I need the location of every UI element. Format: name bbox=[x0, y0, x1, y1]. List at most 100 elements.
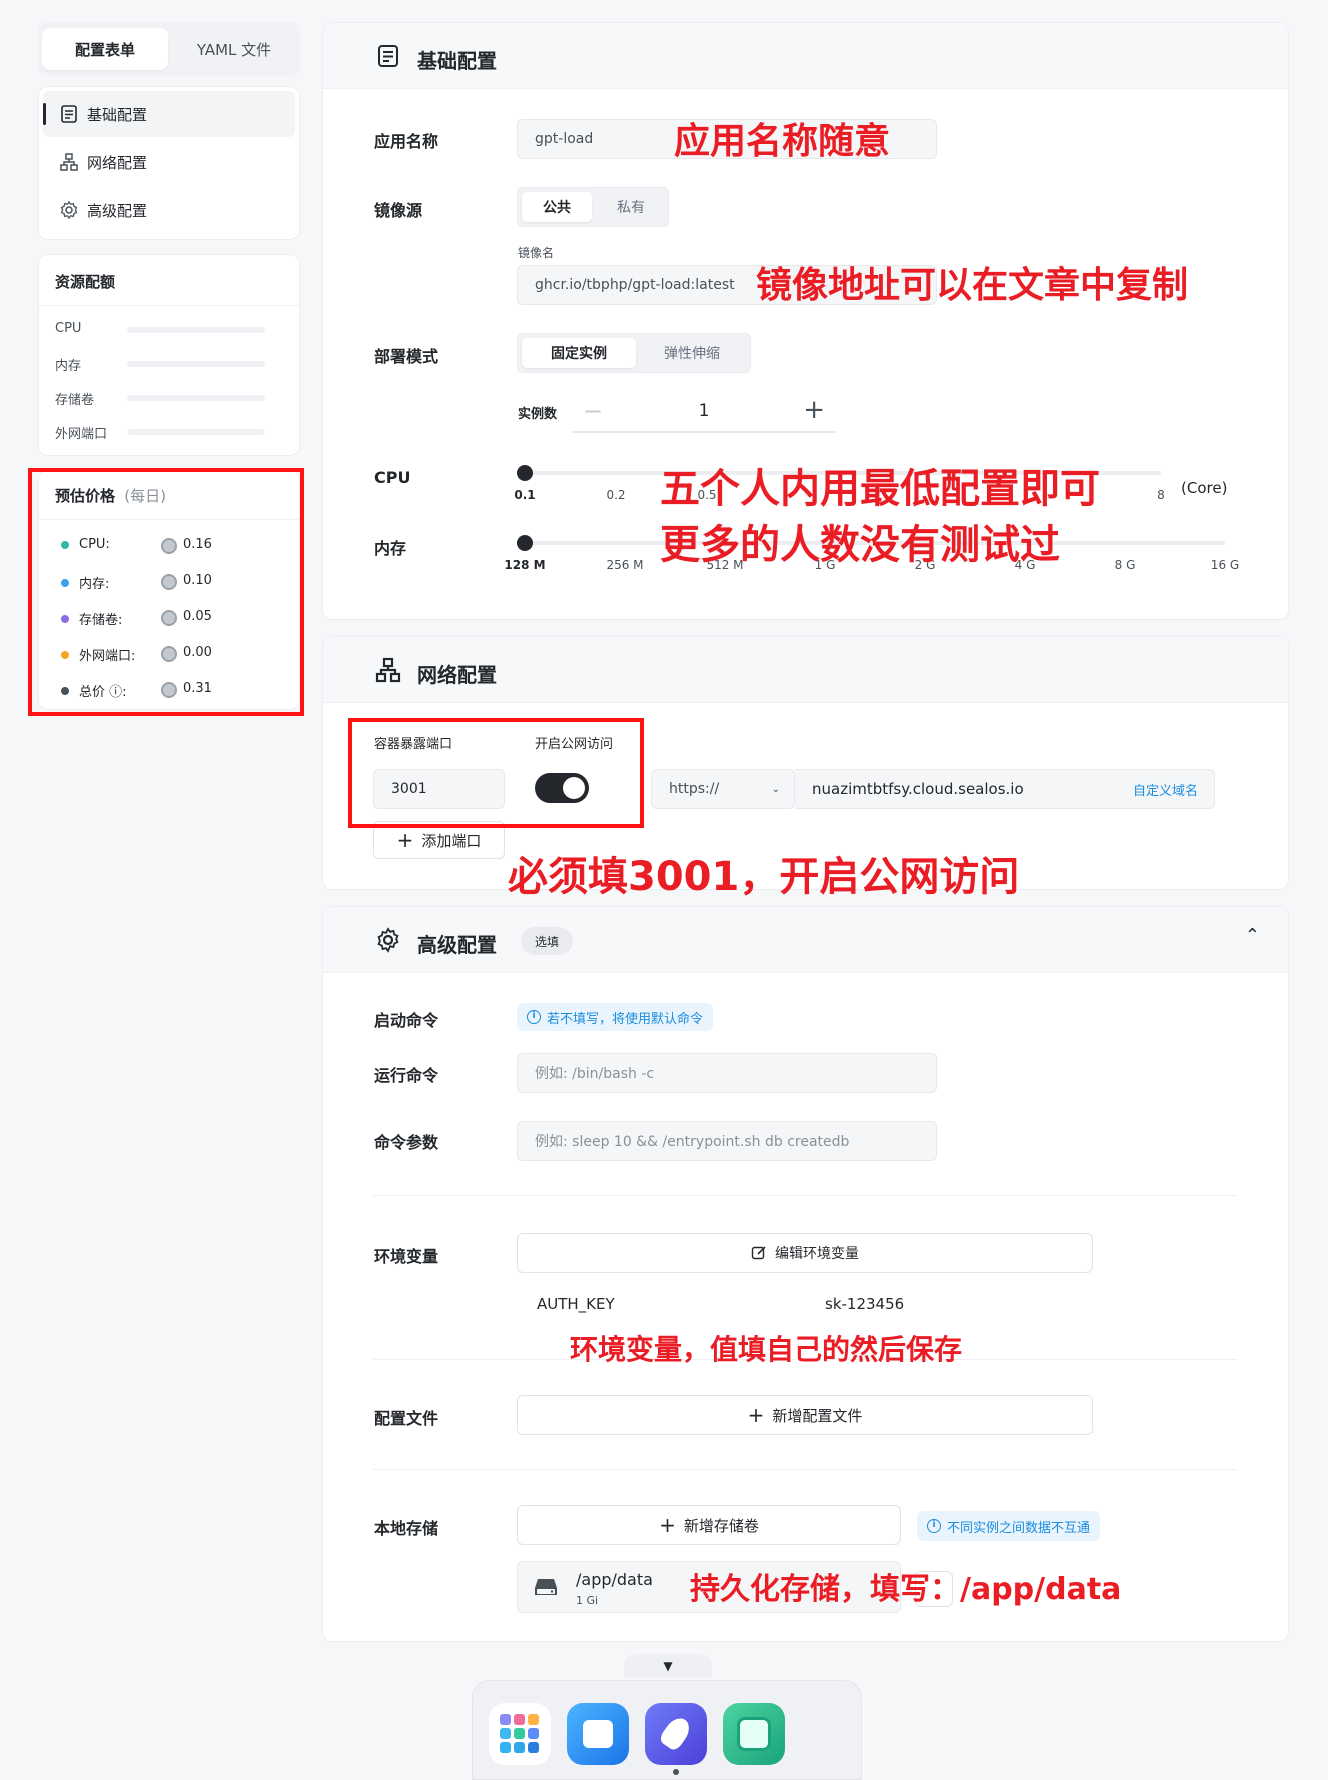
instances-label: 实例数 bbox=[518, 407, 558, 422]
disk-icon bbox=[535, 1579, 557, 1595]
volume-size: 1 Gi bbox=[576, 1594, 599, 1607]
cpu-label: CPU bbox=[374, 468, 411, 487]
edit-icon bbox=[751, 1246, 766, 1260]
quota-divider bbox=[39, 305, 299, 306]
domain-field[interactable]: nuazimtbtfsy.cloud.sealos.io 自定义域名 bbox=[795, 769, 1215, 809]
dock-handle[interactable]: ▼ bbox=[624, 1654, 712, 1678]
startup-hint-text: 若不填写，将使用默认命令 bbox=[547, 1011, 704, 1027]
dock bbox=[472, 1680, 862, 1780]
cpu-tick: 8 bbox=[1157, 488, 1165, 502]
memory-tick: 256 M bbox=[606, 558, 644, 572]
add-config-file-button[interactable]: + 新增配置文件 bbox=[517, 1395, 1093, 1435]
sidebar-tabs-card: 配置表单 YAML 文件 bbox=[38, 22, 300, 76]
basic-config-header: 基础配置 bbox=[323, 23, 1288, 89]
plus-icon: + bbox=[659, 1513, 676, 1537]
network-icon bbox=[375, 657, 401, 683]
domain-value: nuazimtbtfsy.cloud.sealos.io bbox=[812, 780, 1024, 798]
cpu-tick: 0.2 bbox=[606, 488, 626, 502]
info-icon: i bbox=[527, 1010, 541, 1024]
add-config-file-label: 新增配置文件 bbox=[772, 1406, 863, 1425]
instances-stepper: − 1 + bbox=[573, 389, 835, 433]
increment-button[interactable]: + bbox=[803, 395, 825, 425]
cpu-unit: (Core) bbox=[1181, 479, 1228, 497]
caret-down-icon: ▼ bbox=[663, 1659, 673, 1673]
basic-config-title: 基础配置 bbox=[417, 49, 497, 73]
image-source-public[interactable]: 公共 bbox=[522, 192, 592, 222]
instances-value[interactable]: 1 bbox=[573, 401, 835, 421]
store-icon[interactable] bbox=[567, 1703, 629, 1765]
deploy-mode-label: 部署模式 bbox=[374, 347, 439, 366]
memory-tick: 16 G bbox=[1210, 558, 1240, 572]
cpu-tick: 0.1 bbox=[514, 488, 536, 502]
nav-label-advanced: 高级配置 bbox=[87, 201, 148, 220]
advanced-config-title: 高级配置 bbox=[417, 933, 497, 957]
command-args-placeholder: 例如: sleep 10 && /entrypoint.sh db create… bbox=[535, 1134, 850, 1150]
launchpad-icon[interactable] bbox=[645, 1703, 707, 1765]
optional-badge: 选填 bbox=[521, 927, 574, 955]
image-source-private[interactable]: 私有 bbox=[596, 192, 666, 222]
add-volume-label: 新增存储卷 bbox=[683, 1516, 759, 1535]
config-file-label: 配置文件 bbox=[374, 1409, 439, 1428]
edit-env-button[interactable]: 编辑环境变量 bbox=[517, 1233, 1093, 1273]
image-name-value: ghcr.io/tbphp/gpt-load:latest bbox=[535, 277, 735, 293]
annotation-box-port bbox=[348, 718, 644, 828]
plus-icon: + bbox=[396, 828, 414, 852]
nav-label-basic: 基础配置 bbox=[87, 105, 148, 124]
run-command-placeholder: 例如: /bin/bash -c bbox=[535, 1066, 655, 1082]
nav-item-advanced[interactable]: 高级配置 bbox=[43, 187, 295, 233]
annotation-app-name: 应用名称随意 bbox=[674, 121, 891, 162]
app-name-label: 应用名称 bbox=[374, 132, 439, 151]
quota-title: 资源配额 bbox=[55, 273, 116, 291]
quota-label-storage: 存储卷 bbox=[55, 393, 95, 408]
annotation-storage: 持久化存储，填写：/app/data bbox=[690, 1572, 1122, 1607]
env-vars-label: 环境变量 bbox=[374, 1247, 439, 1266]
protocol-select[interactable]: https:// ⌄ bbox=[651, 769, 795, 809]
image-source-label: 镜像源 bbox=[374, 201, 423, 220]
document-icon bbox=[61, 105, 77, 123]
sidebar-nav: 基础配置 网络配置 高级配置 bbox=[38, 86, 300, 240]
quota-label-memory: 内存 bbox=[55, 359, 82, 374]
memory-label: 内存 bbox=[374, 539, 407, 558]
custom-domain-link[interactable]: 自定义域名 bbox=[1133, 780, 1198, 799]
tab-yaml-file[interactable]: YAML 文件 bbox=[172, 28, 296, 70]
command-args-label: 命令参数 bbox=[374, 1133, 439, 1152]
command-args-input[interactable]: 例如: sleep 10 && /entrypoint.sh db create… bbox=[517, 1121, 937, 1161]
plus-icon: + bbox=[747, 1403, 765, 1427]
network-config-header: 网络配置 bbox=[323, 637, 1288, 703]
env-key: AUTH_KEY bbox=[537, 1295, 615, 1313]
app-name-value: gpt-load bbox=[535, 131, 594, 147]
env-value: sk-123456 bbox=[825, 1295, 905, 1313]
gear-icon bbox=[377, 927, 399, 953]
nav-item-basic[interactable]: 基础配置 bbox=[43, 91, 295, 137]
tab-config-form[interactable]: 配置表单 bbox=[42, 28, 168, 70]
quota-label-port: 外网端口 bbox=[55, 427, 108, 442]
cpu-slider-knob[interactable] bbox=[517, 465, 533, 481]
network-config-title: 网络配置 bbox=[417, 663, 497, 687]
collapse-chevron-icon[interactable]: ⌃ bbox=[1245, 925, 1260, 946]
image-source-toggle: 公共 私有 bbox=[517, 187, 669, 227]
active-indicator bbox=[43, 103, 46, 125]
annotation-image: 镜像地址可以在文章中复制 bbox=[756, 265, 1189, 306]
add-volume-button[interactable]: + 新增存储卷 bbox=[517, 1505, 901, 1545]
storage-hint: i 不同实例之间数据不互通 bbox=[917, 1511, 1101, 1541]
network-icon bbox=[60, 153, 78, 171]
database-icon[interactable] bbox=[723, 1703, 785, 1765]
deploy-mode-toggle: 固定实例 弹性伸缩 bbox=[517, 333, 751, 373]
deploy-mode-elastic[interactable]: 弹性伸缩 bbox=[636, 338, 748, 368]
nav-label-network: 网络配置 bbox=[87, 153, 148, 172]
app-grid-icon[interactable] bbox=[489, 1703, 551, 1765]
add-port-label: 添加端口 bbox=[421, 831, 482, 850]
section-divider bbox=[373, 1195, 1237, 1196]
advanced-config-header: 高级配置 选填 ⌃ bbox=[323, 907, 1288, 973]
nav-item-network[interactable]: 网络配置 bbox=[43, 139, 295, 185]
memory-slider-knob[interactable] bbox=[517, 535, 533, 551]
startup-command-label: 启动命令 bbox=[374, 1011, 439, 1030]
quota-bar-cpu bbox=[127, 327, 265, 333]
annotation-env: 环境变量，值填自己的然后保存 bbox=[570, 1333, 963, 1366]
gear-icon bbox=[60, 200, 78, 220]
deploy-mode-fixed[interactable]: 固定实例 bbox=[522, 338, 636, 368]
quota-card: 资源配额 CPU 内存 存储卷 外网端口 bbox=[38, 254, 300, 456]
run-command-input[interactable]: 例如: /bin/bash -c bbox=[517, 1053, 937, 1093]
info-icon: i bbox=[927, 1519, 941, 1533]
local-storage-label: 本地存储 bbox=[374, 1519, 439, 1538]
